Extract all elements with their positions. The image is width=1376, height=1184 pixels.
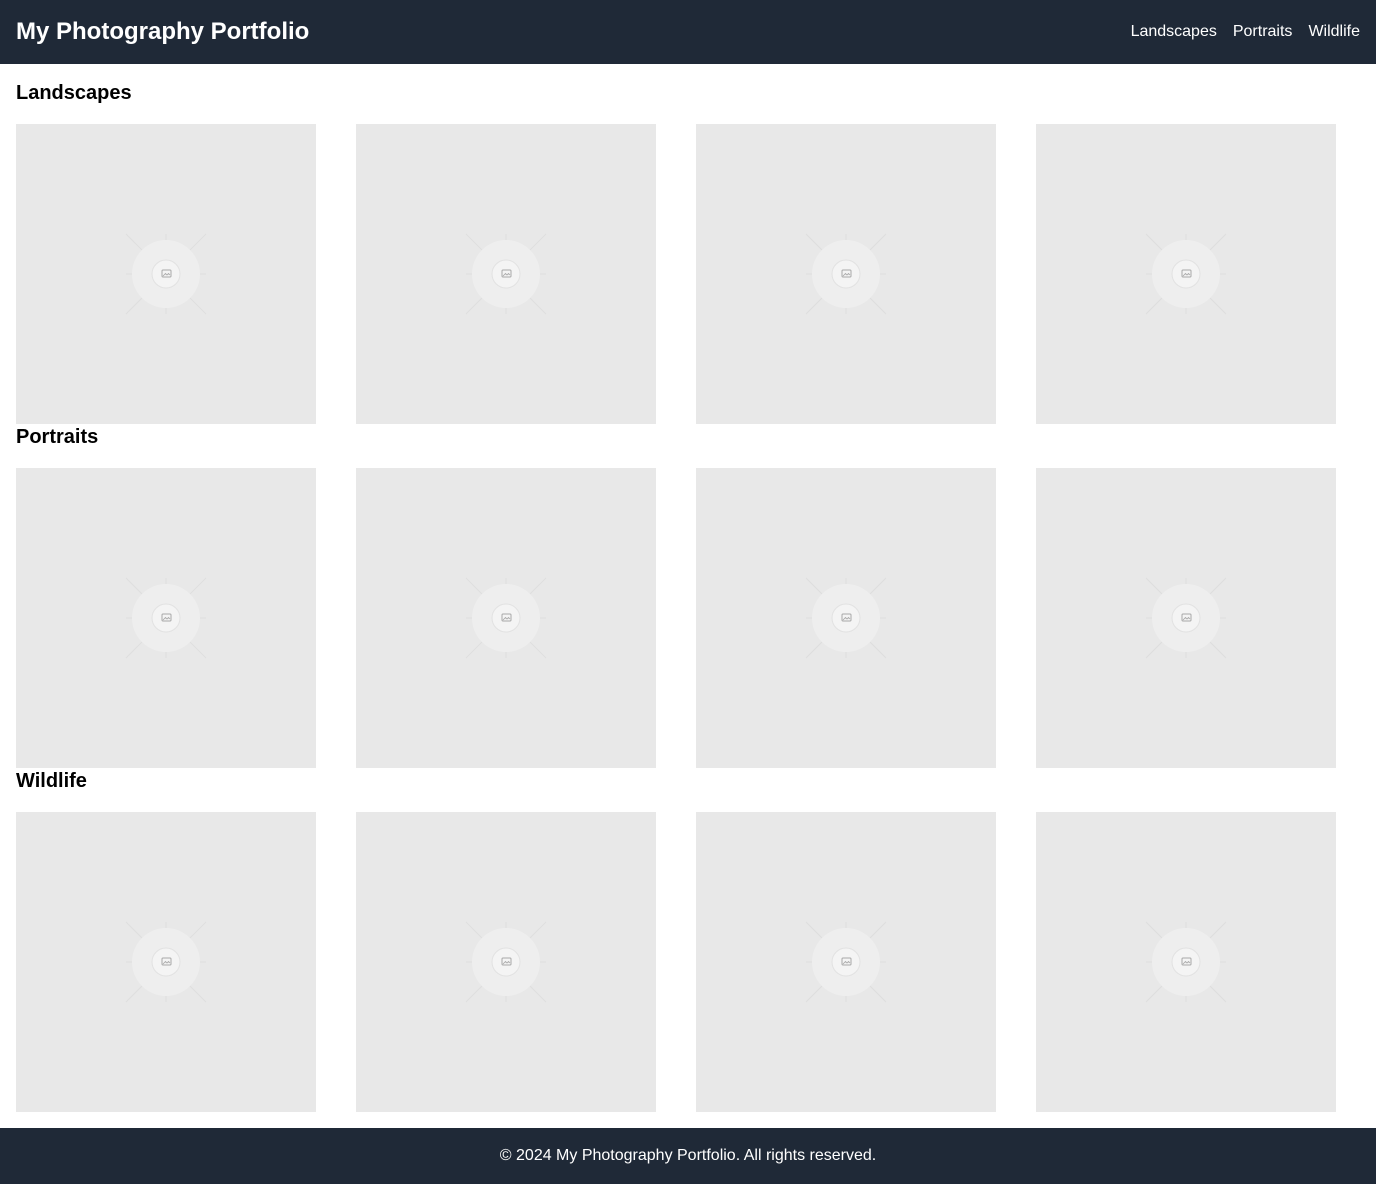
photo-portraits-2[interactable] xyxy=(356,468,656,768)
site-footer: © 2024 My Photography Portfolio. All rig… xyxy=(0,1128,1376,1184)
photo-landscapes-3[interactable] xyxy=(696,124,996,424)
main-nav: Landscapes Portraits Wildlife xyxy=(1131,23,1360,41)
photo-wildlife-2[interactable] xyxy=(356,812,656,1112)
photo-landscapes-2[interactable] xyxy=(356,124,656,424)
gallery-portraits xyxy=(16,468,1336,768)
photo-portraits-3[interactable] xyxy=(696,468,996,768)
photo-portraits-4[interactable] xyxy=(1036,468,1336,768)
footer-copyright: © 2024 My Photography Portfolio. All rig… xyxy=(499,1147,877,1164)
nav-link-landscapes[interactable]: Landscapes xyxy=(1131,23,1217,41)
section-title-wildlife: Wildlife xyxy=(16,770,87,792)
section-title-landscapes: Landscapes xyxy=(16,82,132,104)
nav-link-wildlife[interactable]: Wildlife xyxy=(1308,23,1360,41)
site-title: My Photography Portfolio xyxy=(16,18,310,45)
photo-portraits-1[interactable] xyxy=(16,468,316,768)
photo-wildlife-1[interactable] xyxy=(16,812,316,1112)
photo-landscapes-1[interactable] xyxy=(16,124,316,424)
nav-link-portraits[interactable]: Portraits xyxy=(1233,23,1293,41)
photo-wildlife-3[interactable] xyxy=(696,812,996,1112)
gallery-landscapes xyxy=(16,124,1336,424)
site-header: My Photography Portfolio Landscapes Port… xyxy=(0,0,1376,64)
gallery-wildlife xyxy=(16,812,1336,1112)
photo-wildlife-4[interactable] xyxy=(1036,812,1336,1112)
photo-landscapes-4[interactable] xyxy=(1036,124,1336,424)
section-title-portraits: Portraits xyxy=(16,426,99,448)
